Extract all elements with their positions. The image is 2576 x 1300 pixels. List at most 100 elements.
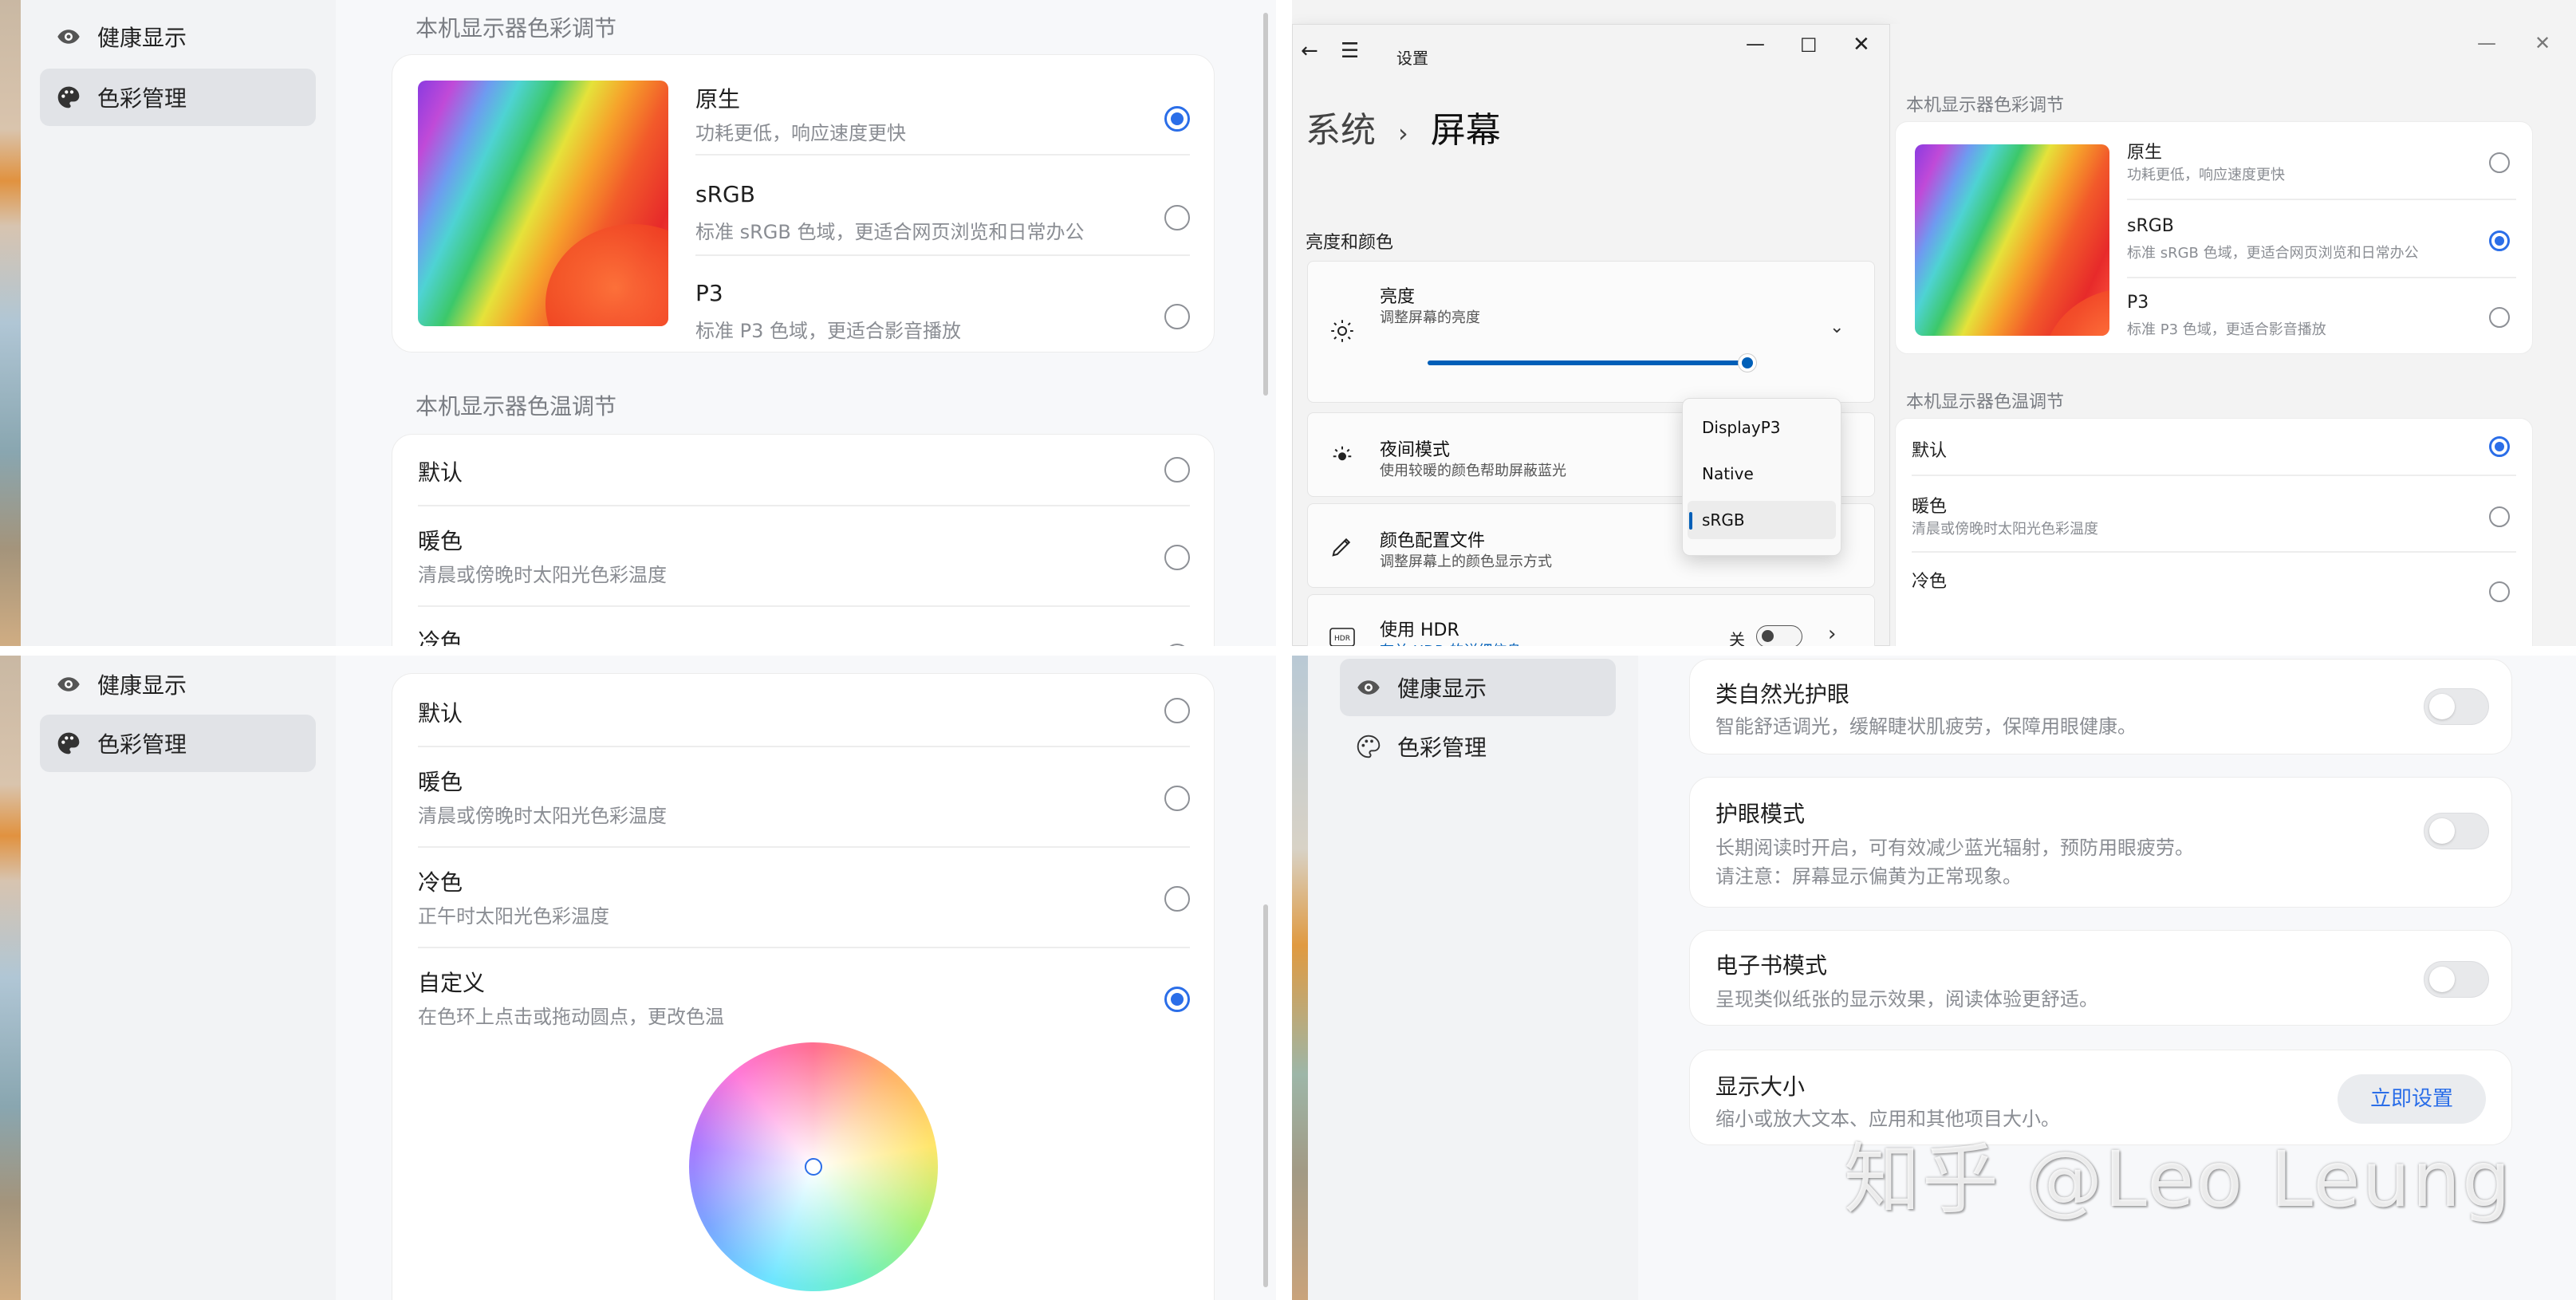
background-strip bbox=[0, 0, 21, 646]
night-light-icon bbox=[1329, 442, 1356, 469]
app-title: 设置 bbox=[1396, 49, 1428, 68]
scrollbar[interactable] bbox=[1263, 904, 1268, 1287]
radio-srgb[interactable] bbox=[2489, 230, 2510, 251]
watermark: 知乎 @Leo Leung bbox=[1843, 1135, 2512, 1224]
radio-native[interactable] bbox=[2489, 152, 2510, 173]
chevron-right-icon[interactable]: › bbox=[1828, 622, 1836, 646]
section-title-temperature: 本机显示器色温调节 bbox=[1906, 392, 2065, 412]
brightness-slider-thumb[interactable] bbox=[1739, 354, 1756, 372]
radio-custom[interactable] bbox=[1164, 987, 1190, 1012]
radio-cool[interactable] bbox=[1164, 644, 1190, 646]
radio-default[interactable] bbox=[1164, 457, 1190, 483]
sidebar: 健康显示 色彩管理 bbox=[21, 656, 336, 1300]
palette-icon bbox=[54, 729, 83, 758]
section-title: 亮度和颜色 bbox=[1306, 233, 1394, 253]
color-profile-sub: 调整屏幕上的颜色显示方式 bbox=[1380, 553, 1552, 570]
radio-warm[interactable] bbox=[1164, 786, 1190, 811]
color-wheel-handle[interactable] bbox=[805, 1158, 822, 1176]
temp-option-warm[interactable]: 暖色 清晨或傍晚时太阳光色彩温度 bbox=[392, 747, 1214, 846]
sidebar-item-color-management[interactable]: 色彩管理 bbox=[40, 715, 316, 772]
sidebar: 健康显示 色彩管理 bbox=[21, 0, 336, 646]
color-temperature-wheel[interactable] bbox=[689, 1042, 938, 1291]
hdr-state: 关 bbox=[1729, 630, 1745, 646]
radio-cool[interactable] bbox=[1164, 886, 1190, 912]
eye-icon bbox=[1354, 673, 1383, 702]
divider bbox=[1912, 475, 2516, 476]
dropdown-option-native[interactable]: Native bbox=[1688, 455, 1836, 493]
minimize-icon[interactable]: — bbox=[1746, 33, 1765, 55]
radio-warm[interactable] bbox=[1164, 545, 1190, 570]
temp-option-warm[interactable]: 暖色 清晨或傍晚时太阳光色彩温度 bbox=[392, 506, 1214, 605]
dropdown-option-srgb[interactable]: sRGB bbox=[1688, 501, 1836, 539]
radio-cool[interactable] bbox=[2489, 581, 2510, 602]
temp-option-default[interactable]: 默认 bbox=[392, 435, 1214, 506]
sidebar-item-health-display[interactable]: 健康显示 bbox=[1340, 659, 1616, 716]
set-now-button[interactable]: 立即设置 bbox=[2338, 1074, 2486, 1124]
radio-p3[interactable] bbox=[1164, 304, 1190, 329]
gamut-option-srgb[interactable]: sRGB 标准 sRGB 色域，更适合网页浏览和日常办公 bbox=[392, 170, 1214, 266]
section-title-temperature: 本机显示器色温调节 bbox=[416, 393, 617, 420]
scrollbar[interactable] bbox=[1263, 13, 1268, 396]
sidebar-item-color-management[interactable]: 色彩管理 bbox=[1340, 718, 1616, 775]
eye-care-toggle[interactable] bbox=[2424, 813, 2489, 849]
sidebar-item-label: 色彩管理 bbox=[1397, 735, 1487, 761]
sidebar-item-health-display[interactable]: 健康显示 bbox=[40, 656, 316, 713]
panel-health-display: 健康显示 色彩管理 类自然光护眼 智能舒适调光，缓解睫状肌疲劳，保障用眼健康。 … bbox=[1292, 656, 2576, 1300]
natural-light-card: 类自然光护眼 智能舒适调光，缓解睫状肌疲劳，保障用眼健康。 bbox=[1689, 659, 2512, 754]
background-strip bbox=[1292, 656, 1308, 1300]
divider bbox=[2127, 277, 2516, 278]
gamut-option-p3[interactable]: P3 标准 P3 色域，更适合影音播放 bbox=[392, 269, 1214, 349]
hdr-title: 使用 HDR bbox=[1380, 620, 1459, 640]
svg-text:HDR: HDR bbox=[1334, 635, 1350, 643]
radio-warm[interactable] bbox=[2489, 506, 2510, 527]
radio-srgb[interactable] bbox=[1164, 205, 1190, 230]
temp-option-cool[interactable]: 冷色 正午时太阳光色彩温度 bbox=[392, 848, 1214, 947]
natural-light-toggle[interactable] bbox=[2424, 688, 2489, 725]
dropdown-option-displayp3[interactable]: DisplayP3 bbox=[1688, 408, 1836, 447]
temp-option-custom[interactable]: 自定义 在色环上点击或拖动圆点，更改色温 bbox=[392, 948, 1214, 1047]
radio-native[interactable] bbox=[1164, 106, 1190, 132]
sidebar-item-health-display[interactable]: 健康显示 bbox=[40, 8, 316, 65]
background-strip bbox=[0, 656, 21, 1300]
chevron-down-icon[interactable]: ⌄ bbox=[1830, 317, 1844, 337]
breadcrumb: 系统 › 屏幕 bbox=[1306, 101, 1501, 152]
sidebar-item-label: 色彩管理 bbox=[97, 85, 187, 112]
page-title: 屏幕 bbox=[1430, 110, 1501, 151]
sidebar-item-color-management[interactable]: 色彩管理 bbox=[40, 69, 316, 126]
pen-icon bbox=[1329, 533, 1356, 560]
divider bbox=[1912, 551, 2516, 553]
hdr-card[interactable]: HDR 使用 HDR 有关 HDR 的详细信息 关 › bbox=[1307, 594, 1875, 646]
hdr-toggle[interactable] bbox=[1756, 625, 1802, 646]
brightness-slider-track[interactable] bbox=[1428, 360, 1747, 365]
breadcrumb-parent[interactable]: 系统 bbox=[1306, 110, 1376, 151]
back-icon[interactable]: ← bbox=[1301, 39, 1318, 63]
close-icon[interactable]: ✕ bbox=[1853, 33, 1870, 57]
close-icon[interactable]: ✕ bbox=[2535, 32, 2550, 54]
temp-option-default[interactable]: 默认 bbox=[392, 674, 1214, 746]
gamut-option-native[interactable]: 原生 功耗更低，响应速度更快 bbox=[392, 71, 1214, 167]
temperature-card: 默认 暖色 清晨或傍晚时太阳光色彩温度 冷色 bbox=[1895, 418, 2533, 646]
gamut-card: 原生 功耗更低，响应速度更快 sRGB 标准 sRGB 色域，更适合网页浏览和日… bbox=[392, 54, 1215, 353]
gamut-card: 原生 功耗更低，响应速度更快 sRGB 标准 sRGB 色域，更适合网页浏览和日… bbox=[1895, 121, 2533, 354]
ebook-toggle[interactable] bbox=[2424, 961, 2489, 998]
divider bbox=[2127, 199, 2516, 200]
ebook-card: 电子书模式 呈现类似纸张的显示效果，阅读体验更舒适。 bbox=[1689, 930, 2512, 1026]
color-profile-title: 颜色配置文件 bbox=[1380, 531, 1486, 551]
temp-option-cool[interactable]: 冷色 bbox=[392, 607, 1214, 646]
menu-icon[interactable]: ☰ bbox=[1341, 39, 1359, 63]
sidebar: 健康显示 色彩管理 bbox=[1308, 656, 1638, 1300]
hdr-link[interactable]: 有关 HDR 的详细信息 bbox=[1380, 640, 1521, 646]
radio-p3[interactable] bbox=[2489, 307, 2510, 328]
radio-default[interactable] bbox=[2489, 436, 2510, 457]
palette-icon bbox=[54, 83, 83, 112]
night-mode-sub: 使用较暖的颜色帮助屏蔽蓝光 bbox=[1380, 463, 1566, 479]
night-mode-title: 夜间模式 bbox=[1380, 440, 1451, 460]
maximize-icon[interactable]: ☐ bbox=[1800, 34, 1818, 57]
settings-window: ← ☰ 设置 — ☐ ✕ 系统 › 屏幕 亮度和颜色 亮度 调整屏幕的亮度 ⌄ bbox=[1292, 24, 1890, 646]
eye-care-card: 护眼模式 长期阅读时开启，可有效减少蓝光辐射，预防用眼疲劳。 请注意：屏幕显示偏… bbox=[1689, 777, 2512, 908]
minimize-icon[interactable]: — bbox=[2477, 32, 2496, 54]
wallpaper-preview bbox=[1915, 144, 2109, 336]
radio-default[interactable] bbox=[1164, 698, 1190, 723]
eye-icon bbox=[54, 22, 83, 51]
brightness-sub: 调整屏幕的亮度 bbox=[1380, 309, 1480, 326]
